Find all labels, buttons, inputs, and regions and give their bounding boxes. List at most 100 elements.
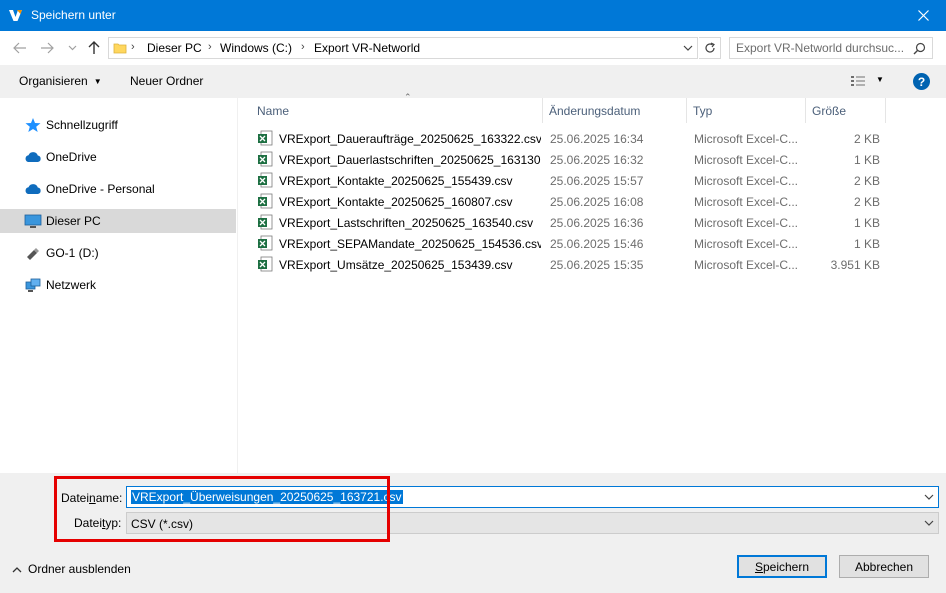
view-options-icon[interactable] [850, 74, 866, 88]
cancel-button[interactable]: Abbrechen [839, 555, 929, 578]
breadcrumb-dieser-pc[interactable]: Dieser PC [147, 41, 202, 55]
hide-folders-button[interactable]: Ordner ausblenden [12, 562, 131, 576]
sidebar-item-label: Netzwerk [46, 278, 97, 292]
column-header-label: Größe [812, 104, 847, 118]
file-size: 1 KB [853, 237, 880, 251]
sidebar-item-dieser-pc[interactable]: Dieser PC [0, 209, 236, 233]
search-input[interactable]: Export VR-Networld durchsuc... [729, 37, 933, 59]
excel-file-icon [258, 151, 273, 167]
sidebar-item-go-1-d[interactable]: GO-1 (D:) [0, 241, 236, 265]
file-date: 25.06.2025 16:32 [550, 153, 644, 167]
file-size: 2 KB [853, 195, 880, 209]
excel-file-icon [258, 172, 273, 188]
file-name: VRExport_Dauerlastschriften_20250625_163… [279, 153, 541, 167]
file-row[interactable]: VRExport_Dauerlastschriften_20250625_163… [253, 149, 893, 170]
column-header-label: Name [257, 104, 290, 118]
column-header-name[interactable]: Name ⌃ [251, 92, 543, 123]
file-date: 25.06.2025 15:57 [550, 174, 644, 188]
refresh-button[interactable] [699, 37, 721, 59]
save-button[interactable]: Speichern [737, 555, 827, 578]
excel-file-icon [258, 256, 273, 272]
file-name: VRExport_Kontakte_20250625_160807.csv [279, 195, 513, 209]
file-type: Microsoft Excel-C... [694, 258, 799, 272]
chevron-down-icon[interactable] [683, 42, 693, 54]
organize-label: Organisieren [19, 74, 88, 88]
caret-down-icon[interactable]: ▼ [876, 75, 884, 84]
refresh-icon [704, 42, 715, 53]
excel-file-icon [258, 193, 273, 209]
file-size: 1 KB [853, 216, 880, 230]
new-folder-button[interactable]: Neuer Ordner [130, 74, 203, 88]
file-type: Microsoft Excel-C... [694, 153, 799, 167]
file-date: 25.06.2025 16:08 [550, 195, 644, 209]
file-row[interactable]: VRExport_Daueraufträge_20250625_163322.c… [253, 128, 893, 149]
excel-file-icon [258, 235, 273, 251]
folder-icon [113, 43, 127, 54]
column-header-size[interactable]: Größe [806, 98, 886, 123]
navigation-pane: Schnellzugriff OneDrive OneDrive - Perso… [0, 98, 238, 473]
sidebar-item-label: OneDrive [46, 150, 97, 164]
column-header-label: Änderungsdatum [549, 104, 641, 118]
chevron-right-icon: › [131, 41, 135, 53]
recent-locations-button[interactable] [63, 39, 81, 57]
back-button[interactable] [11, 39, 29, 57]
address-bar[interactable]: › Dieser PC › Windows (C:) › Export VR-N… [108, 37, 698, 59]
file-type: Microsoft Excel-C... [694, 237, 799, 251]
cloud-icon [25, 184, 41, 194]
column-header-date[interactable]: Änderungsdatum [543, 98, 687, 123]
up-button[interactable] [85, 39, 103, 57]
close-button[interactable] [900, 0, 946, 31]
chevron-down-icon [924, 520, 934, 526]
file-date: 25.06.2025 15:46 [550, 237, 644, 251]
excel-file-icon [258, 214, 273, 230]
star-icon [25, 118, 41, 132]
column-header-type[interactable]: Typ [687, 98, 806, 123]
column-header-label: Typ [693, 104, 713, 118]
search-icon [913, 42, 926, 55]
search-placeholder: Export VR-Networld durchsuc... [736, 41, 905, 55]
file-type: Microsoft Excel-C... [694, 132, 799, 146]
sidebar-item-onedrive[interactable]: OneDrive [0, 145, 236, 169]
file-row[interactable]: VRExport_Kontakte_20250625_160807.csv 25… [253, 191, 893, 212]
highlight-annotation [54, 476, 390, 542]
file-date: 25.06.2025 16:34 [550, 132, 644, 146]
computer-icon [24, 214, 42, 228]
sidebar-item-label: GO-1 (D:) [46, 246, 99, 260]
app-icon [9, 10, 22, 21]
window-title: Speichern unter [31, 8, 116, 22]
sidebar-item-label: OneDrive - Personal [46, 182, 155, 196]
chevron-up-icon [12, 562, 22, 576]
file-size: 3.951 KB [830, 258, 880, 272]
file-row[interactable]: VRExport_SEPAMandate_20250625_154536.csv… [253, 233, 893, 254]
back-arrow-icon [13, 42, 26, 54]
file-size: 2 KB [853, 174, 880, 188]
save-options-panel: Dateiname: VRExport_Überweisungen_202506… [0, 473, 946, 593]
breadcrumb-windows-c[interactable]: Windows (C:) [220, 41, 292, 55]
network-icon [25, 278, 41, 292]
forward-button[interactable] [38, 39, 56, 57]
file-row[interactable]: VRExport_Lastschriften_20250625_163540.c… [253, 212, 893, 233]
sidebar-item-label: Dieser PC [46, 214, 101, 228]
chevron-right-icon: › [301, 41, 305, 53]
usb-drive-icon [27, 248, 39, 260]
sidebar-item-onedrive-personal[interactable]: OneDrive - Personal [0, 177, 236, 201]
file-size: 2 KB [853, 132, 880, 146]
organize-button[interactable]: Organisieren ▼ [19, 74, 102, 88]
breadcrumb-export-vr-networld[interactable]: Export VR-Networld [314, 41, 420, 55]
file-row[interactable]: VRExport_Kontakte_20250625_155439.csv 25… [253, 170, 893, 191]
excel-file-icon [258, 130, 273, 146]
close-icon [917, 10, 929, 21]
file-name: VRExport_Kontakte_20250625_155439.csv [279, 174, 513, 188]
help-button[interactable]: ? [913, 73, 930, 90]
chevron-right-icon: › [208, 41, 212, 53]
sidebar-item-schnellzugriff[interactable]: Schnellzugriff [0, 113, 236, 137]
sort-ascending-icon: ⌃ [404, 92, 412, 102]
file-name: VRExport_Lastschriften_20250625_163540.c… [279, 216, 534, 230]
sidebar-item-netzwerk[interactable]: Netzwerk [0, 273, 236, 297]
command-bar: Organisieren ▼ Neuer Ordner ▼ ? [0, 65, 946, 98]
file-row[interactable]: VRExport_Umsätze_20250625_153439.csv 25.… [253, 254, 893, 275]
file-date: 25.06.2025 15:35 [550, 258, 644, 272]
address-row: › Dieser PC › Windows (C:) › Export VR-N… [0, 31, 946, 65]
chevron-down-icon[interactable] [924, 491, 934, 503]
file-name: VRExport_Umsätze_20250625_153439.csv [279, 258, 513, 272]
